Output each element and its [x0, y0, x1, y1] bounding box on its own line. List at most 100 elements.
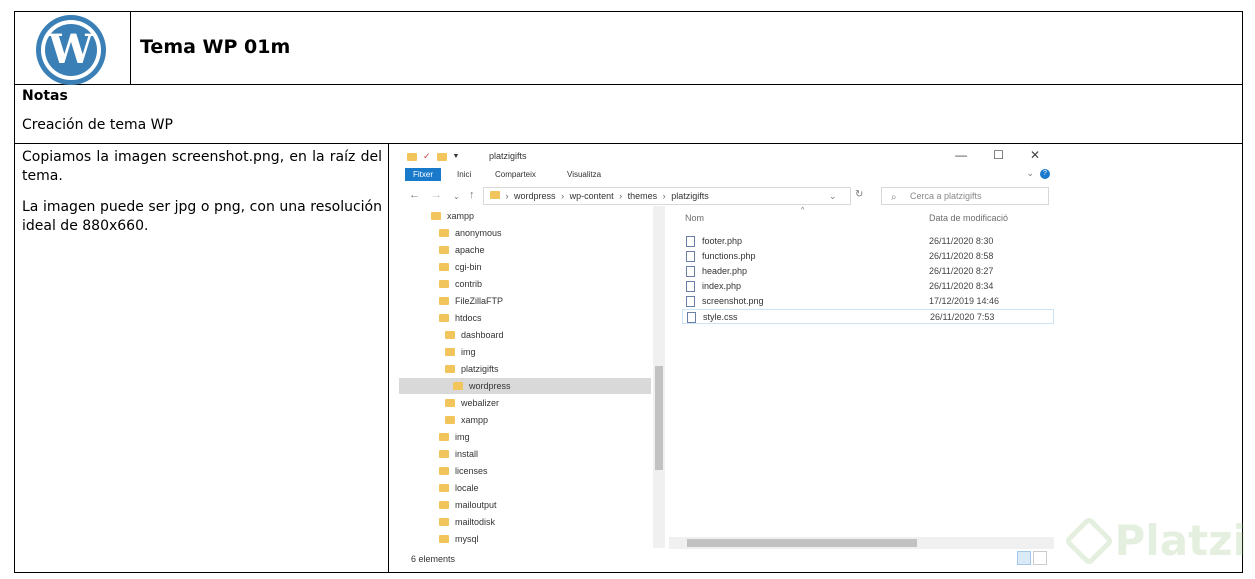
search-input[interactable]: ⌕ Cerca a platzigifts: [881, 187, 1049, 205]
file-row[interactable]: functions.php 26/11/2020 8:58: [682, 249, 1054, 264]
address-dropdown-icon[interactable]: ⌄: [829, 191, 837, 202]
file-name: index.php: [702, 281, 742, 291]
sort-indicator-icon: ^: [801, 207, 805, 214]
folder-icon: [445, 365, 455, 373]
table-left-border: [14, 11, 15, 573]
scrollbar-thumb[interactable]: [655, 366, 663, 470]
tree-item-label: contrib: [455, 279, 483, 289]
folder-icon: [407, 152, 417, 161]
folder-icon: [439, 314, 449, 322]
recent-locations-icon[interactable]: ⌄: [453, 192, 460, 201]
back-arrow-icon[interactable]: ←: [409, 189, 420, 201]
file-explorer-window: ✓ ▼ platzigifts — ☐ ✕ Fitxer Inici Compa…: [399, 146, 1054, 568]
tree-item[interactable]: mysql: [439, 531, 479, 547]
folder-icon: [445, 416, 455, 424]
tree-item[interactable]: dashboard: [445, 327, 504, 343]
tree-item[interactable]: apache: [439, 242, 485, 258]
tree-item[interactable]: FileZillaFTP: [439, 293, 503, 309]
tree-item[interactable]: mailtodisk: [439, 514, 495, 530]
tree-item-label: xampp: [461, 415, 489, 425]
tree-item[interactable]: cgi-bin: [439, 259, 482, 275]
tree-item-label: apache: [455, 245, 485, 255]
tree-item[interactable]: locale: [439, 480, 479, 496]
tree-item-label: mailtodisk: [455, 517, 496, 527]
folder-icon: [439, 501, 449, 509]
search-placeholder: Cerca a platzigifts: [910, 191, 982, 201]
expand-ribbon-icon[interactable]: ⌄: [1026, 168, 1034, 179]
close-button[interactable]: ✕: [1030, 148, 1040, 162]
horizontal-scrollbar[interactable]: [669, 537, 1054, 549]
refresh-icon[interactable]: ↻: [855, 189, 863, 200]
wordpress-logo-glyph: W: [48, 26, 94, 73]
maximize-button[interactable]: ☐: [993, 148, 1004, 162]
tab-view[interactable]: Visualitza: [567, 168, 601, 181]
folder-icon: [439, 263, 449, 271]
tree-item-label: webalizer: [461, 398, 500, 408]
description-paragraph-1: Copiamos la imagen screenshot.png, en la…: [22, 149, 382, 184]
notes-text: Creación de tema WP: [22, 117, 173, 133]
column-header-date[interactable]: Data de modificació: [929, 213, 1008, 223]
status-bar-count: 6 elements: [411, 554, 456, 564]
tree-item-label: mysql: [455, 534, 479, 544]
chevron-down-icon[interactable]: ▼: [453, 153, 460, 160]
folder-icon: [490, 191, 500, 199]
tree-item[interactable]: mailoutput: [439, 497, 497, 513]
table-bottom-border: [14, 572, 1243, 573]
folder-icon: [439, 229, 449, 237]
tree-item[interactable]: htdocs: [439, 310, 482, 326]
address-bar[interactable]: › wordpress › wp-content › themes › plat…: [483, 187, 851, 205]
tree-item[interactable]: install: [439, 446, 478, 462]
file-date: 26/11/2020 8:27: [929, 266, 994, 276]
tree-item-label: img: [455, 432, 470, 442]
tab-home[interactable]: Inici: [457, 168, 471, 181]
tree-item-label: htdocs: [455, 313, 482, 323]
breadcrumb-themes[interactable]: themes: [628, 191, 658, 201]
folder-icon: [439, 450, 449, 458]
details-view-icon[interactable]: [1017, 551, 1031, 565]
content-cell-divider: [388, 143, 389, 573]
scrollbar-thumb[interactable]: [687, 539, 917, 547]
file-date: 26/11/2020 8:30: [929, 236, 994, 246]
folder-icon: [445, 331, 455, 339]
up-arrow-icon[interactable]: ↑: [469, 189, 475, 201]
tab-share[interactable]: Comparteix: [495, 168, 536, 181]
file-date: 17/12/2019 14:46: [929, 296, 1000, 306]
column-header-name[interactable]: Nom: [685, 213, 704, 223]
file-row[interactable]: screenshot.png 17/12/2019 14:46: [682, 294, 1054, 309]
ribbon-tabs: Fitxer Inici Comparteix Visualitza ⌄ ?: [399, 166, 1054, 182]
file-row[interactable]: index.php 26/11/2020 8:34: [682, 279, 1054, 294]
breadcrumb-platzigifts[interactable]: platzigifts: [671, 191, 709, 201]
tree-item[interactable]: xampp: [445, 412, 488, 428]
folder-icon: [439, 535, 449, 543]
tree-item[interactable]: licenses: [439, 463, 488, 479]
properties-icon[interactable]: ✓: [423, 151, 431, 162]
tree-item[interactable]: webalizer: [445, 395, 499, 411]
new-folder-icon[interactable]: [436, 152, 447, 161]
tree-item[interactable]: img: [445, 344, 476, 360]
file-icon: [686, 296, 695, 307]
large-icons-view-icon[interactable]: [1033, 551, 1047, 565]
breadcrumb-wordpress[interactable]: wordpress: [514, 191, 556, 201]
explorer-titlebar: ✓ ▼ platzigifts — ☐ ✕: [399, 146, 1054, 166]
tree-item-label: platzigifts: [461, 364, 499, 374]
tree-item[interactable]: img: [439, 429, 470, 445]
tree-item[interactable]: xampp: [431, 208, 474, 224]
tree-item[interactable]: platzigifts: [445, 361, 499, 377]
help-icon[interactable]: ?: [1040, 169, 1050, 179]
platzi-watermark: Platzi: [1063, 515, 1247, 566]
file-date: 26/11/2020 8:34: [929, 281, 994, 291]
file-date: 26/11/2020 8:58: [929, 251, 994, 261]
file-row[interactable]: style.css 26/11/2020 7:53: [682, 309, 1054, 324]
file-row[interactable]: footer.php 26/11/2020 8:30: [682, 234, 1054, 249]
minimize-button[interactable]: —: [955, 148, 967, 162]
forward-arrow-icon[interactable]: →: [431, 189, 442, 201]
tree-item[interactable]: wordpress: [399, 378, 651, 394]
tree-item[interactable]: contrib: [439, 276, 482, 292]
tree-vertical-scrollbar[interactable]: [653, 206, 665, 548]
folder-icon: [439, 467, 449, 475]
tree-item[interactable]: anonymous: [439, 225, 502, 241]
breadcrumb-wp-content[interactable]: wp-content: [570, 191, 614, 201]
file-row[interactable]: header.php 26/11/2020 8:27: [682, 264, 1054, 279]
tab-file[interactable]: Fitxer: [405, 168, 441, 181]
tree-item-label: FileZillaFTP: [455, 296, 504, 306]
